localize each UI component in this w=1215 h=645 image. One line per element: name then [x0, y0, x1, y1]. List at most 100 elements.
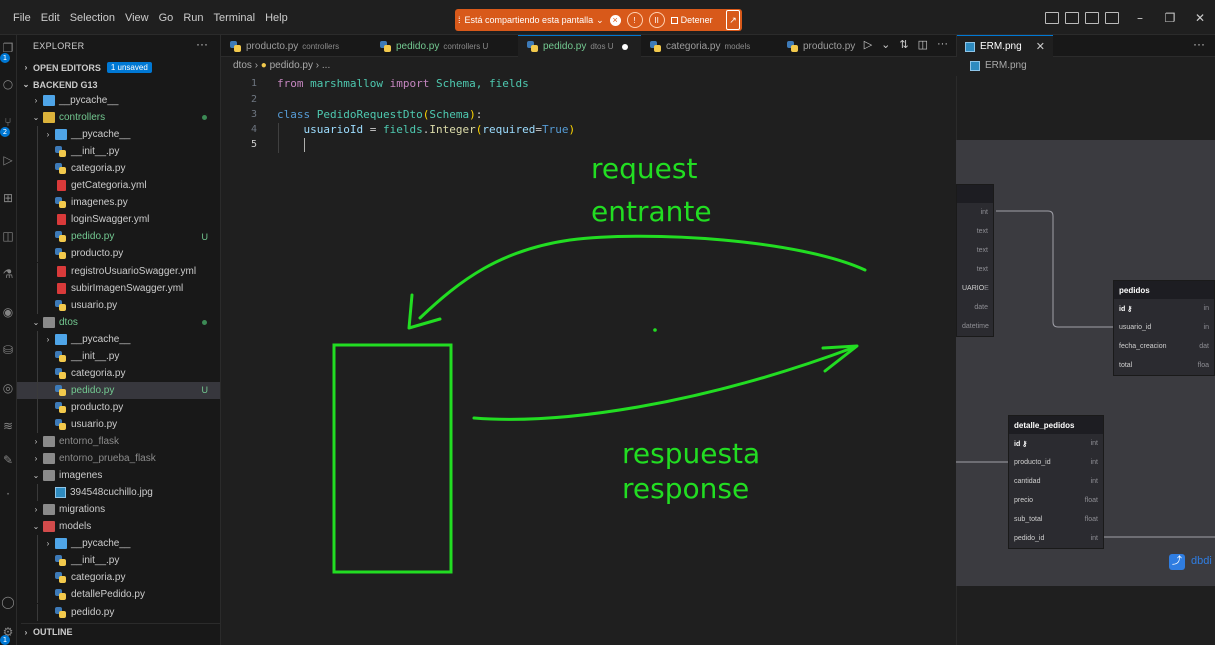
text-cursor: [304, 138, 305, 152]
tree-folder[interactable]: › __pycache__: [17, 92, 220, 109]
tab-producto-controllers[interactable]: producto.py controllers: [221, 35, 371, 57]
tree-folder[interactable]: ⌄ dtos: [17, 314, 220, 331]
tree-file[interactable]: categoria.py: [17, 569, 220, 587]
database-icon[interactable]: ⛁: [1, 343, 15, 357]
tree-file[interactable]: usuario.py: [17, 296, 220, 314]
remote-explorer-icon[interactable]: ◫: [1, 229, 15, 243]
close-window-button[interactable]: ✕: [1185, 11, 1215, 25]
menu-go[interactable]: Go: [154, 12, 179, 24]
tools-icon[interactable]: ✎: [1, 453, 15, 467]
share-status-text: Está compartiendo esta pantalla: [464, 15, 594, 25]
layout-sidebar-icon[interactable]: [1045, 11, 1059, 24]
open-editors-section[interactable]: › OPEN EDITORS 1 unsaved: [21, 59, 152, 76]
close-tab-icon[interactable]: ✕: [1036, 40, 1045, 53]
tab-erm-png[interactable]: ERM.png ✕: [957, 35, 1053, 57]
breadcrumb-symbol[interactable]: ...: [322, 60, 330, 71]
mic-icon[interactable]: !: [626, 12, 643, 28]
tree-file[interactable]: categoria.py: [17, 160, 220, 178]
chevron-right-icon: ›: [34, 505, 38, 515]
minimize-button[interactable]: –: [1125, 11, 1155, 25]
more-actions-icon[interactable]: ···: [1193, 37, 1205, 51]
project-section[interactable]: ⌄ BACKEND G13: [21, 76, 98, 93]
tree-folder[interactable]: ⌄ models: [17, 518, 220, 535]
tree-file[interactable]: usuario.py: [17, 415, 220, 433]
more-actions-icon[interactable]: ···: [937, 38, 948, 51]
menu-run[interactable]: Run: [178, 12, 208, 24]
tree-folder[interactable]: › entorno_flask: [17, 433, 220, 450]
compare-icon[interactable]: ⇅: [899, 38, 908, 51]
tree-file[interactable]: registroUsuarioSwagger.yml: [17, 262, 220, 280]
tree-file[interactable]: 394548cuchillo.jpg: [17, 484, 220, 502]
menu-file[interactable]: File: [8, 12, 36, 24]
menu-terminal[interactable]: Terminal: [209, 12, 261, 24]
split-editor-icon[interactable]: ◫: [918, 38, 928, 51]
tree-file[interactable]: pedido.py: [17, 603, 220, 621]
tree-file[interactable]: __init__.py: [17, 347, 220, 365]
restore-button[interactable]: ❐: [1155, 11, 1185, 25]
tree-file[interactable]: imagenes.py: [17, 194, 220, 212]
tree-file[interactable]: pedido.py U: [17, 381, 220, 399]
tree-file[interactable]: __init__.py: [17, 552, 220, 570]
spotify-icon[interactable]: ≋: [1, 419, 15, 433]
run-debug-icon[interactable]: ▷: [1, 153, 15, 167]
run-icon[interactable]: ▷: [864, 38, 872, 51]
explorer-more-icon[interactable]: ···: [196, 37, 208, 51]
tab-pedido-dtos[interactable]: pedido.py dtos U: [518, 35, 641, 57]
tab-pedido-controllers[interactable]: pedido.py controllers U: [371, 35, 518, 57]
run-dropdown-icon[interactable]: ⌄: [881, 38, 890, 51]
python-file-icon: [55, 606, 67, 618]
editor-tab-bar: producto.py controllers pedido.py controlle…: [221, 35, 956, 57]
docker-icon[interactable]: ◉: [1, 305, 15, 319]
breadcrumb-file[interactable]: pedido.py: [270, 60, 313, 71]
tree-indent-guide: [37, 484, 38, 502]
tree-folder[interactable]: › __pycache__: [17, 126, 220, 144]
tree-folder[interactable]: ⌄ controllers: [17, 109, 220, 126]
tree-folder[interactable]: › __pycache__: [17, 330, 220, 348]
annotation-label-respuesta: respuesta: [622, 437, 761, 470]
code-editor[interactable]: 1 2 3 4 5 from marshmallow import Schema…: [221, 76, 956, 645]
tree-file[interactable]: getCategoria.yml: [17, 177, 220, 195]
tree-file[interactable]: subirImagenSwagger.yml: [17, 279, 220, 297]
close-share-icon[interactable]: ×: [609, 14, 621, 26]
menu-edit[interactable]: Edit: [36, 12, 65, 24]
line-number: 3: [250, 109, 257, 120]
tree-folder[interactable]: ⌄ imagenes: [17, 467, 220, 484]
outline-section[interactable]: › OUTLINE: [21, 623, 224, 640]
share-extra-icon[interactable]: ↗: [726, 10, 740, 30]
tree-folder[interactable]: › entorno_prueba_flask: [17, 450, 220, 467]
tree-file[interactable]: __init__.py: [17, 143, 220, 161]
tree-folder[interactable]: › migrations: [17, 501, 220, 518]
stop-share-button[interactable]: Detener: [670, 15, 713, 25]
search-icon[interactable]: ○: [1, 77, 15, 91]
pause-icon[interactable]: II: [648, 12, 665, 28]
more-views-icon[interactable]: ·: [1, 487, 15, 501]
layout-panel-icon[interactable]: [1065, 11, 1079, 24]
chevron-down-icon[interactable]: ⌄: [596, 15, 604, 26]
tree-folder[interactable]: › __pycache__: [17, 535, 220, 553]
layout-custom-icon[interactable]: [1105, 11, 1119, 24]
menu-view[interactable]: View: [120, 12, 154, 24]
breadcrumb-folder[interactable]: dtos: [233, 60, 252, 71]
tree-file[interactable]: loginSwagger.yml: [17, 211, 220, 229]
extensions-icon[interactable]: ⊞: [1, 191, 15, 205]
tree-file[interactable]: producto.py: [17, 245, 220, 263]
drag-handle-icon[interactable]: ⁞: [458, 15, 461, 25]
python-file-icon: [55, 299, 67, 311]
share-icon[interactable]: ⤴: [1169, 554, 1185, 570]
tree-indent-guide: [37, 245, 38, 263]
compass-icon[interactable]: ◎: [1, 381, 15, 395]
menu-help[interactable]: Help: [260, 12, 293, 24]
unsaved-dot-icon[interactable]: [621, 43, 628, 50]
annotation-label-response: response: [622, 472, 750, 505]
tree-file[interactable]: detallePedido.py: [17, 586, 220, 604]
account-icon[interactable]: ◯: [1, 595, 15, 609]
testing-icon[interactable]: ⚗: [1, 267, 15, 281]
tree-item-label: pedido.py: [71, 231, 115, 243]
annotation-label-entrante: entrante: [591, 195, 712, 228]
tab-categoria-models[interactable]: categoria.py models: [641, 35, 778, 57]
tree-file[interactable]: categoria.py: [17, 364, 220, 382]
layout-split-icon[interactable]: [1085, 11, 1099, 24]
tree-file[interactable]: pedido.py U: [17, 228, 220, 246]
menu-selection[interactable]: Selection: [65, 12, 120, 24]
tree-file[interactable]: producto.py: [17, 398, 220, 416]
